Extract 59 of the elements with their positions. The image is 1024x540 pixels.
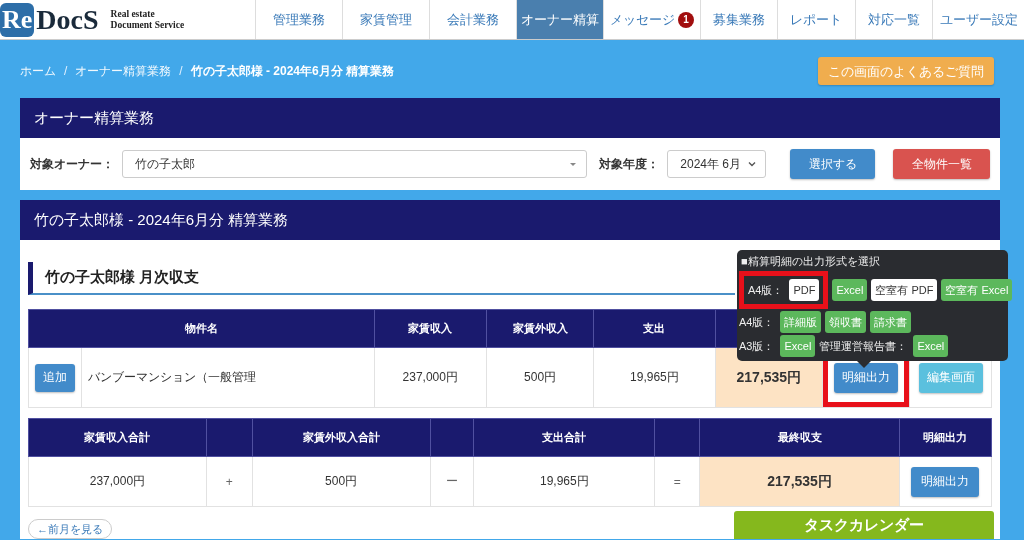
owner-label: 対象オーナー： <box>30 155 114 173</box>
format-label: A4版： <box>748 282 784 298</box>
format-button[interactable]: PDF <box>789 279 820 301</box>
table-cell: 237,000円 <box>28 456 207 507</box>
owner-select[interactable]: 竹の子太郎 <box>122 150 588 178</box>
format-button[interactable]: 領収書 <box>825 311 867 333</box>
operator-cell: = <box>654 456 700 507</box>
format-button[interactable]: 請求書 <box>870 311 912 333</box>
breadcrumb-link[interactable]: ホーム <box>20 62 56 80</box>
logo-name: DocS <box>36 3 99 36</box>
year-label: 対象年度： <box>599 155 660 173</box>
format-button[interactable]: Excel <box>913 335 949 357</box>
popover-title: ■精算明細の出力形式を選択 <box>740 254 881 269</box>
column-header: 家賃外収入合計 <box>252 418 430 457</box>
format-button[interactable]: Excel <box>832 279 868 301</box>
format-button[interactable]: 空室有 PDF <box>871 279 938 301</box>
breadcrumb-link[interactable]: オーナー精算業務 <box>75 62 172 80</box>
column-header: 明細出力 <box>899 418 992 457</box>
table-cell: バンブーマンション（一般管理 <box>81 347 375 408</box>
column-header: 家賃外収入 <box>486 309 594 348</box>
operator-cell: ー <box>430 456 474 507</box>
table-cell: 500円 <box>252 456 430 507</box>
table-cell: 500円 <box>486 347 594 408</box>
column-header: 家賃収入合計 <box>28 418 207 457</box>
task-calendar-button[interactable]: タスクカレンダー <box>734 511 994 539</box>
panel-title: オーナー精算業務 <box>20 98 1000 138</box>
faq-button[interactable]: この画面のよくあるご質問 <box>818 57 994 85</box>
select-button[interactable]: 選択する <box>790 149 876 179</box>
year-select[interactable]: 2024年 6月 <box>667 150 767 178</box>
table-cell: 19,965円 <box>473 456 655 507</box>
column-header: 最終収支 <box>699 418 900 457</box>
logo-tagline: Real estate Document Service <box>110 8 185 31</box>
breadcrumb-separator: / <box>64 64 68 78</box>
edit-button[interactable]: 編集画面 <box>918 362 983 393</box>
format-label: A4版： <box>739 314 775 330</box>
section-title: 竹の子太郎様 月次収支 <box>28 262 735 295</box>
table-cell: 217,535円 <box>699 456 900 507</box>
chevron-icon <box>747 159 758 169</box>
message-count-badge: 1 <box>677 11 694 28</box>
table-cell: 19,965円 <box>593 347 716 408</box>
column-header: 支出合計 <box>473 418 655 457</box>
statement-output-button[interactable]: 明細出力 <box>911 466 980 497</box>
logo-mark: Re <box>0 2 35 37</box>
column-header: 家賃収入 <box>374 309 487 348</box>
breadcrumb-separator: / <box>179 64 183 78</box>
add-button[interactable]: 追加 <box>35 363 75 392</box>
format-button[interactable]: 空室有 Excel <box>941 279 1013 301</box>
format-button[interactable]: 詳細版 <box>780 311 822 333</box>
format-button[interactable]: Excel <box>780 335 816 357</box>
nav-tab[interactable]: オーナー精算 <box>516 0 604 39</box>
panel-title: 竹の子太郎様 - 2024年6月分 精算業務 <box>20 200 1000 240</box>
operator-cell: + <box>206 456 253 507</box>
column-header: 物件名 <box>28 309 375 348</box>
all-properties-button[interactable]: 全物件一覧 <box>893 149 990 179</box>
table-cell: 237,000円 <box>374 347 487 408</box>
previous-month-button[interactable]: ←前月を見る <box>28 519 112 539</box>
breadcrumb-current: 竹の子太郎様 - 2024年6月分 精算業務 <box>190 62 395 80</box>
statement-output-button[interactable]: 明細出力 <box>834 362 899 393</box>
column-header: 支出 <box>593 309 716 348</box>
